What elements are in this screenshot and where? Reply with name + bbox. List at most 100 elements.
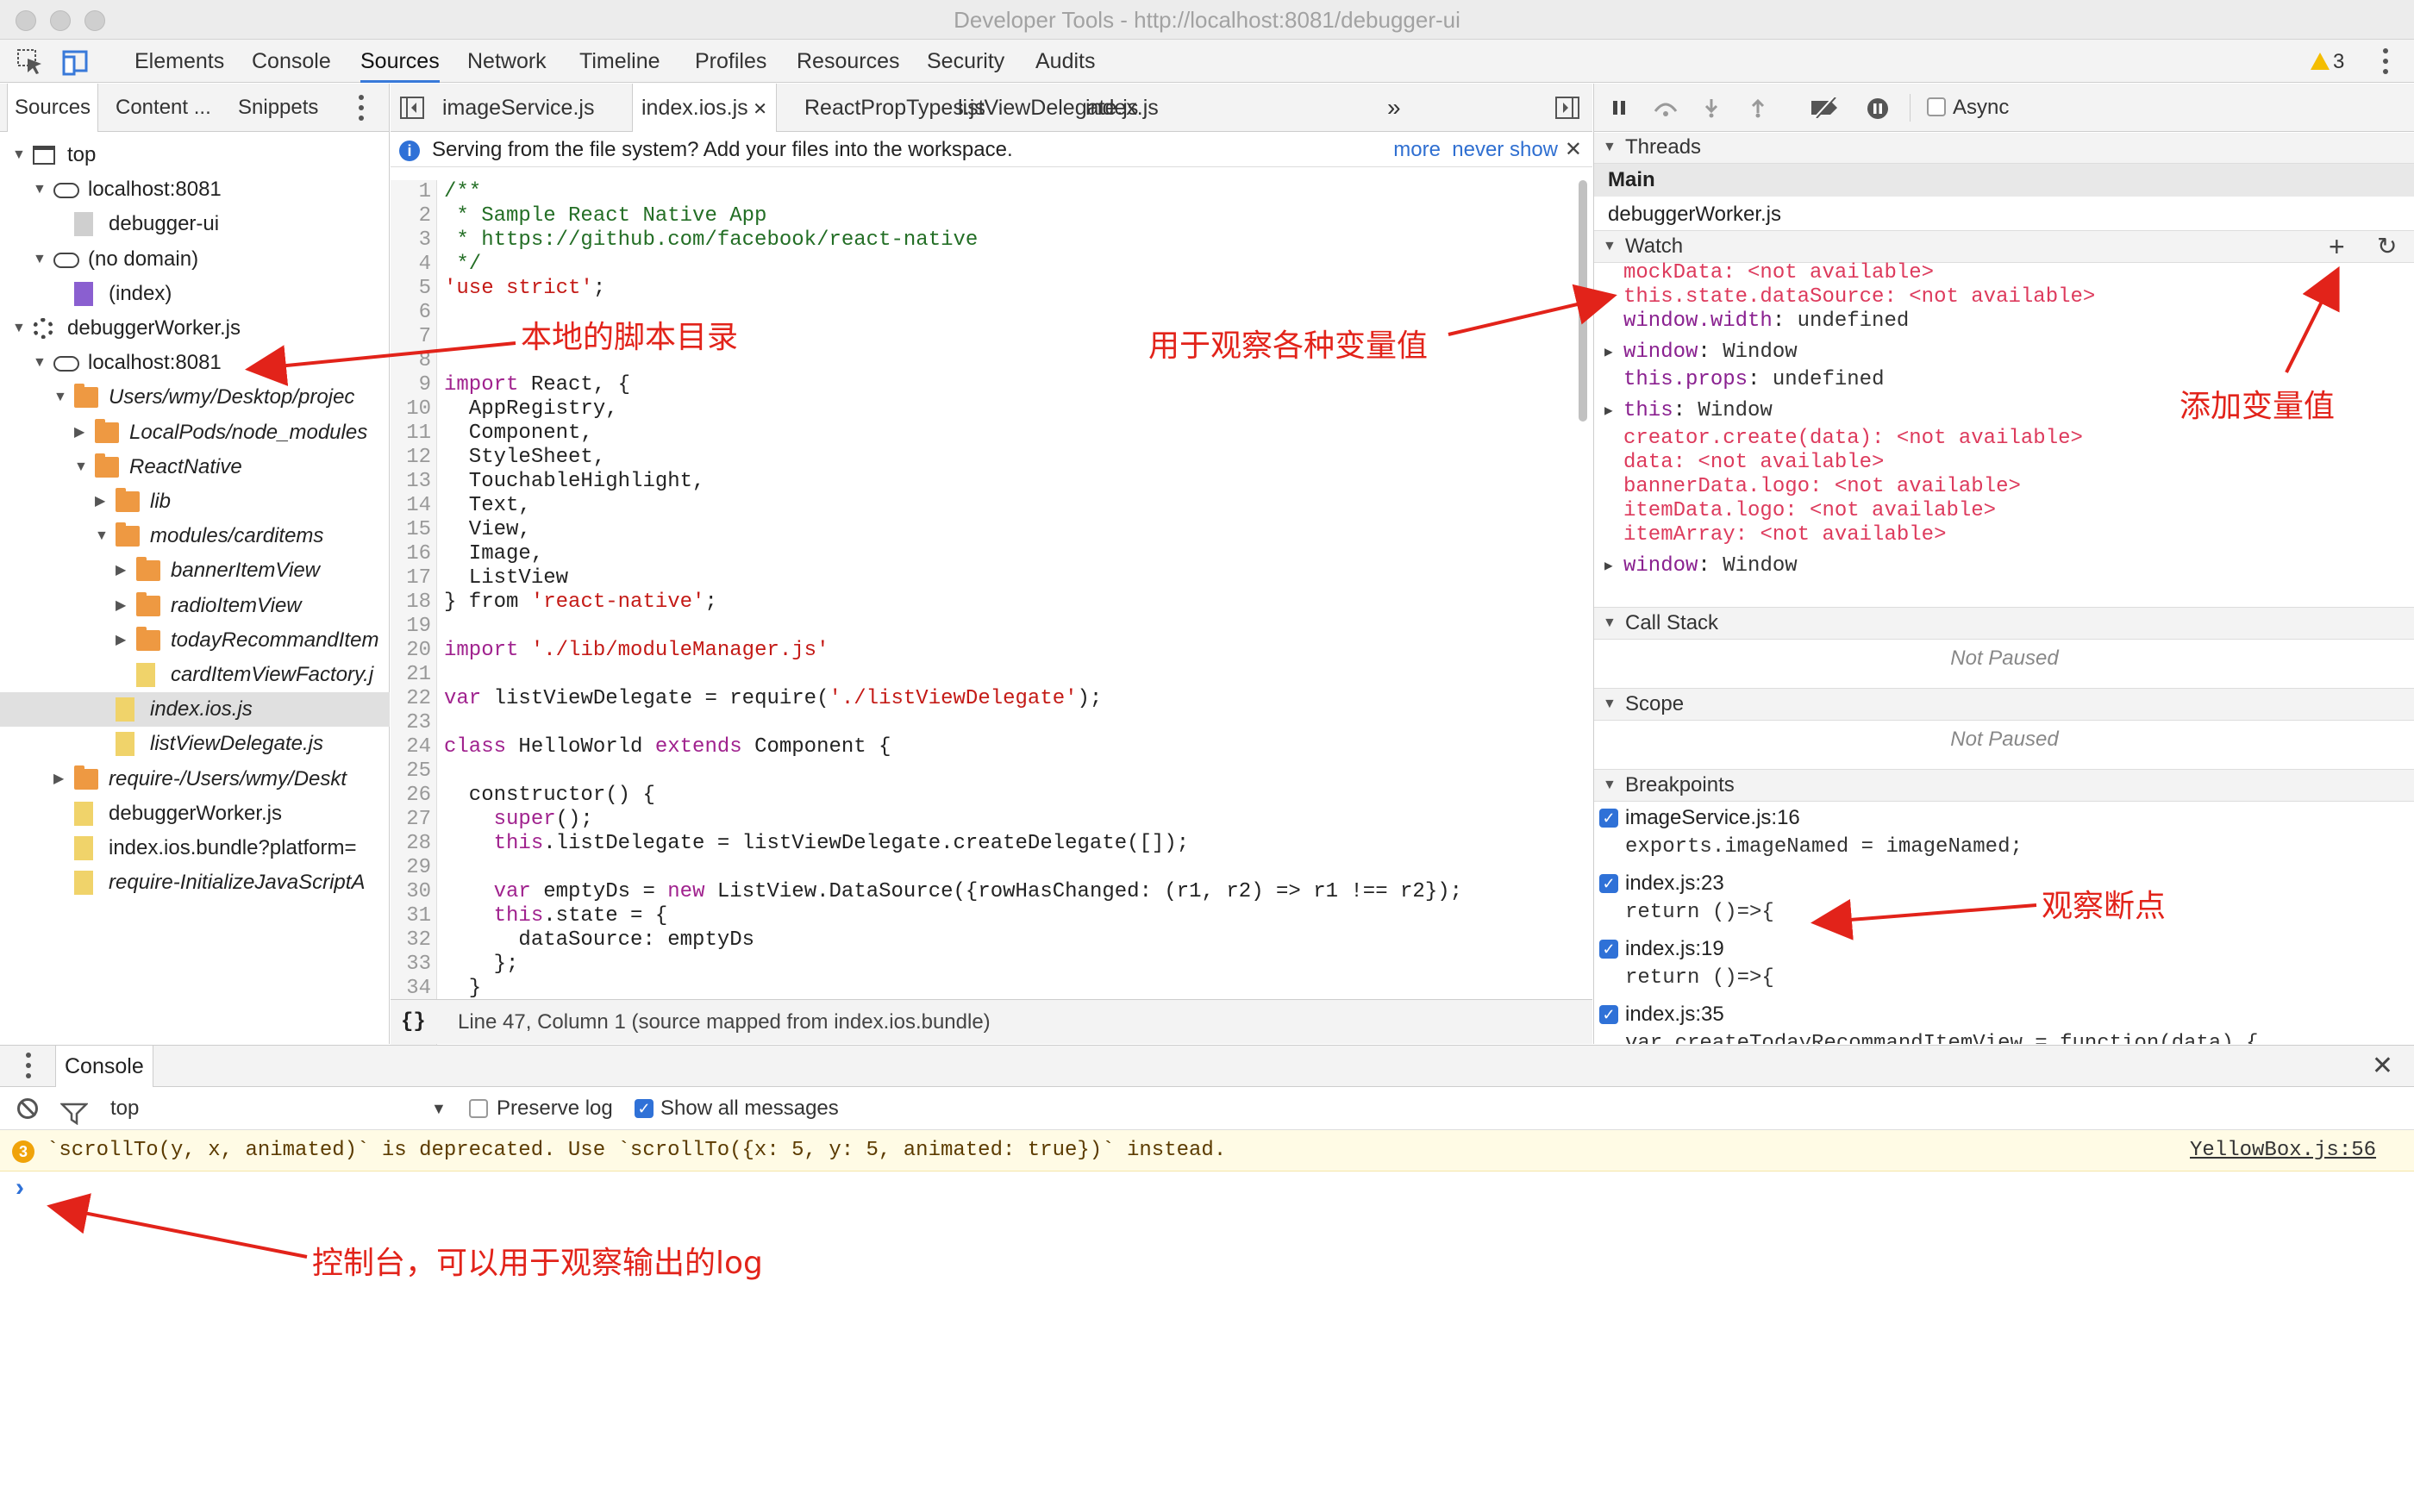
pause-icon[interactable] xyxy=(1610,97,1630,118)
refresh-watch-icon[interactable]: ↻ xyxy=(2377,231,2397,262)
line-number[interactable]: 14 xyxy=(391,494,436,518)
tree-item[interactable]: require-InitializeJavaScriptA xyxy=(0,865,390,900)
show-all-checkbox[interactable]: ✓ xyxy=(635,1099,654,1118)
tree-item[interactable]: ▶ todayRecommandItem xyxy=(0,623,390,658)
line-number[interactable]: 8 xyxy=(391,349,436,373)
collapsed-arrow-icon[interactable]: ▶ xyxy=(53,762,67,797)
line-number[interactable]: 7 xyxy=(391,325,436,349)
threads-section-header[interactable]: ▼ Threads xyxy=(1594,133,2414,164)
line-number[interactable]: 29 xyxy=(391,856,436,880)
expanded-arrow-icon[interactable]: ▼ xyxy=(33,242,47,277)
tab-snippets[interactable]: Snippets xyxy=(231,84,325,132)
tree-item[interactable]: ▼ localhost:8081 xyxy=(0,346,390,380)
tree-item[interactable]: index.ios.bundle?platform= xyxy=(0,831,390,865)
collapsed-arrow-icon[interactable]: ▶ xyxy=(1604,552,1613,581)
breakpoint-item[interactable]: ✓ index.js:19 xyxy=(1594,934,2414,964)
breakpoint-checkbox[interactable]: ✓ xyxy=(1599,1005,1618,1024)
drawer-menu-icon[interactable] xyxy=(26,1053,31,1078)
editor-tab[interactable]: imageService.js xyxy=(442,84,594,132)
editor-tab[interactable]: index.ios.js ✕ xyxy=(632,84,777,132)
line-number[interactable]: 15 xyxy=(391,518,436,542)
warning-source-link[interactable]: YellowBox.js:56 xyxy=(2190,1130,2376,1171)
watch-expression[interactable]: ▶ window: Window xyxy=(1594,552,2414,581)
tree-item[interactable]: index.ios.js xyxy=(0,692,390,728)
collapsed-arrow-icon[interactable]: ▶ xyxy=(95,484,109,519)
clear-console-icon[interactable] xyxy=(17,1098,38,1119)
tree-item[interactable]: ▼ ReactNative xyxy=(0,450,390,484)
pretty-print-button[interactable]: {} xyxy=(401,1000,426,1045)
step-into-icon[interactable] xyxy=(1701,97,1722,118)
tab-sources[interactable]: Sources xyxy=(360,40,440,83)
line-number[interactable]: 30 xyxy=(391,880,436,904)
tree-item[interactable]: ▼ (no domain) xyxy=(0,242,390,277)
call-stack-section-header[interactable]: ▼ Call Stack xyxy=(1594,607,2414,640)
tab-profiles[interactable]: Profiles xyxy=(695,40,766,83)
tree-item[interactable]: ▶ radioItemView xyxy=(0,589,390,623)
tree-item[interactable]: ▶ require-/Users/wmy/Deskt xyxy=(0,762,390,797)
line-number[interactable]: 19 xyxy=(391,615,436,639)
tab-sources[interactable]: Sources xyxy=(7,84,99,132)
editor-tab[interactable]: index.js xyxy=(1085,84,1159,132)
preserve-log-checkbox[interactable] xyxy=(469,1099,488,1118)
navigator-menu-icon[interactable] xyxy=(359,95,364,121)
line-number[interactable]: 10 xyxy=(391,397,436,422)
step-out-icon[interactable] xyxy=(1748,97,1768,118)
async-checkbox[interactable] xyxy=(1927,97,1946,116)
collapsed-arrow-icon[interactable]: ▶ xyxy=(74,415,88,450)
pause-on-exceptions-icon[interactable] xyxy=(1867,97,1888,119)
line-number[interactable]: 23 xyxy=(391,711,436,735)
breakpoint-checkbox[interactable]: ✓ xyxy=(1599,940,1618,959)
toggle-navigator-icon[interactable] xyxy=(399,96,425,126)
breakpoint-checkbox[interactable]: ✓ xyxy=(1599,874,1618,893)
scope-section-header[interactable]: ▼ Scope xyxy=(1594,688,2414,721)
tab-audits[interactable]: Audits xyxy=(1035,40,1095,83)
never-show-link[interactable]: never show xyxy=(1452,138,1558,161)
line-number[interactable]: 21 xyxy=(391,663,436,687)
main-menu-icon[interactable] xyxy=(2383,48,2388,74)
more-tabs-button[interactable]: » xyxy=(1387,84,1401,132)
collapsed-arrow-icon[interactable]: ▶ xyxy=(1604,397,1613,426)
line-number[interactable]: 26 xyxy=(391,784,436,808)
collapsed-arrow-icon[interactable]: ▶ xyxy=(1604,338,1613,367)
tab-console[interactable]: Console xyxy=(252,40,331,83)
context-dropdown-icon[interactable]: ▼ xyxy=(431,1087,447,1130)
line-number[interactable]: 20 xyxy=(391,639,436,663)
tree-item[interactable]: debugger-ui xyxy=(0,207,390,241)
line-number[interactable]: 2 xyxy=(391,204,436,228)
add-watch-icon[interactable]: + xyxy=(2329,231,2345,262)
tree-item[interactable]: ▶ lib xyxy=(0,484,390,519)
tab-network[interactable]: Network xyxy=(467,40,547,83)
line-number[interactable]: 12 xyxy=(391,446,436,470)
tab-content-scripts[interactable]: Content ... xyxy=(109,84,218,132)
close-drawer-icon[interactable]: ✕ xyxy=(2372,1051,2393,1081)
line-number[interactable]: 22 xyxy=(391,687,436,711)
breakpoint-item[interactable]: ✓ index.js:35 xyxy=(1594,1000,2414,1029)
line-number[interactable]: 33 xyxy=(391,953,436,977)
line-number[interactable]: 13 xyxy=(391,470,436,494)
breakpoint-item[interactable]: ✓ index.js:23 xyxy=(1594,869,2414,898)
collapsed-arrow-icon[interactable]: ▶ xyxy=(116,589,129,623)
step-over-icon[interactable] xyxy=(1653,97,1678,118)
tab-timeline[interactable]: Timeline xyxy=(579,40,660,83)
tree-item[interactable]: ▼ Users/wmy/Desktop/projec xyxy=(0,380,390,415)
line-number[interactable]: 16 xyxy=(391,542,436,566)
line-number[interactable]: 18 xyxy=(391,590,436,615)
line-number[interactable]: 4 xyxy=(391,253,436,277)
expanded-arrow-icon[interactable]: ▼ xyxy=(33,346,47,380)
tree-item[interactable]: debuggerWorker.js xyxy=(0,797,390,831)
tab-resources[interactable]: Resources xyxy=(797,40,900,83)
tree-item[interactable]: ▼ modules/carditems xyxy=(0,519,390,553)
tree-item[interactable]: ▶ bannerItemView xyxy=(0,553,390,588)
line-number[interactable]: 11 xyxy=(391,422,436,446)
watch-expression[interactable]: window.width: undefined xyxy=(1594,307,2414,336)
tree-item[interactable]: cardItemViewFactory.j xyxy=(0,658,390,692)
expanded-arrow-icon[interactable]: ▼ xyxy=(95,519,109,553)
line-number[interactable]: 9 xyxy=(391,373,436,397)
expanded-arrow-icon[interactable]: ▼ xyxy=(33,172,47,207)
tab-console[interactable]: Console xyxy=(55,1046,153,1087)
expanded-arrow-icon[interactable]: ▼ xyxy=(74,450,88,484)
expanded-arrow-icon[interactable]: ▼ xyxy=(12,311,26,346)
breakpoint-checkbox[interactable]: ✓ xyxy=(1599,809,1618,828)
expanded-arrow-icon[interactable]: ▼ xyxy=(53,380,67,415)
line-number[interactable]: 6 xyxy=(391,301,436,325)
